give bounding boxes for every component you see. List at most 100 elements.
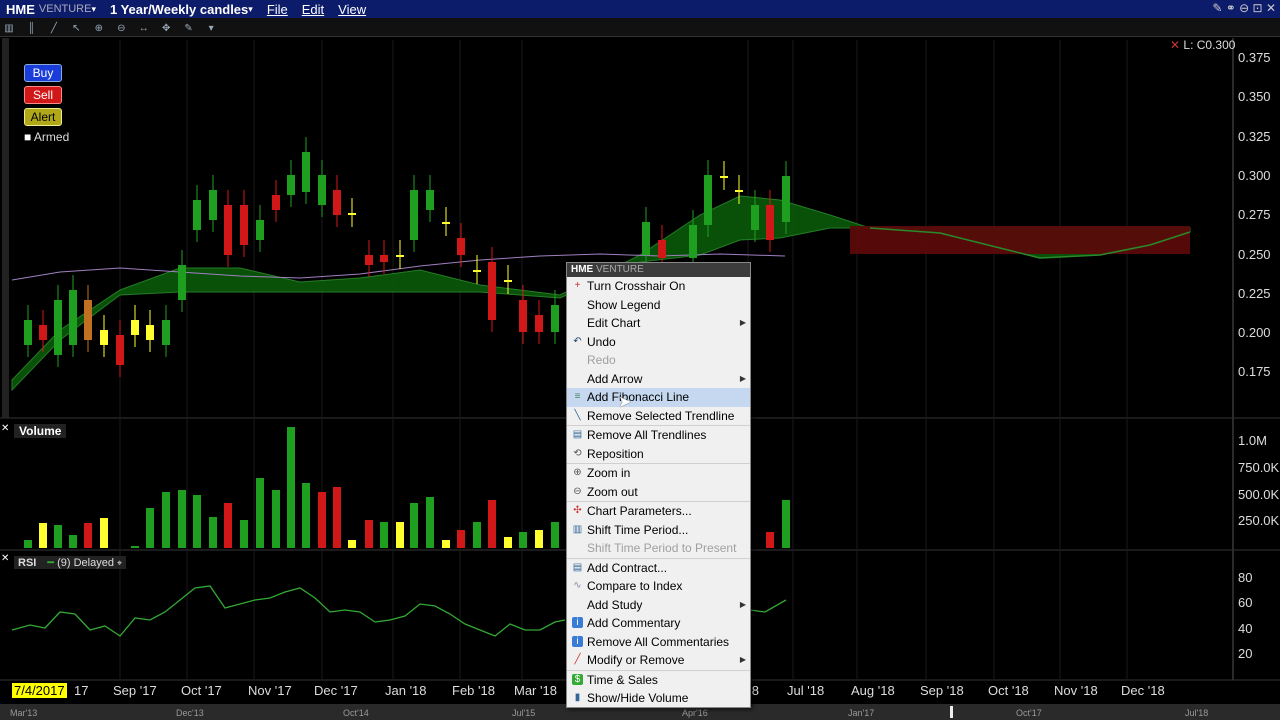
context-menu-item[interactable]: ≡ Add Fibonacci Line bbox=[567, 388, 750, 407]
current-date-box: 7/4/2017 bbox=[12, 683, 67, 698]
context-menu-item[interactable]: $ Time & Sales bbox=[567, 669, 750, 690]
context-menu-item[interactable]: ∿ Compare to Index bbox=[567, 577, 750, 596]
price-tick-label: 0.325 bbox=[1238, 128, 1271, 144]
line-type-icon[interactable]: ╱ bbox=[47, 23, 61, 35]
candle-body bbox=[457, 238, 465, 255]
time-tick-label: Mar '18 bbox=[514, 683, 557, 698]
volume-bar bbox=[84, 523, 92, 548]
volume-bar bbox=[272, 490, 280, 548]
context-menu-item-label: Remove All Trendlines bbox=[587, 428, 707, 442]
context-menu-header: HME VENTURE bbox=[567, 263, 750, 277]
volume-bar bbox=[551, 522, 559, 548]
context-menu-item-label: Zoom out bbox=[587, 484, 638, 499]
candle-body bbox=[178, 265, 186, 300]
context-menu-item[interactable]: ▤ Add Contract... bbox=[567, 557, 750, 578]
title-bar: HME VENTURE ▾ 1 Year/Weekly candles ▾ File… bbox=[0, 0, 1280, 18]
volume-bar bbox=[442, 540, 450, 548]
volume-tick-label: 1.0M bbox=[1238, 433, 1267, 448]
time-tick-label: Dec '17 bbox=[314, 683, 358, 698]
context-menu-item[interactable]: ▮ Show/Hide Volume bbox=[567, 689, 750, 708]
context-menu-item[interactable]: Edit Chart ▶ bbox=[567, 314, 750, 333]
period-dropdown[interactable]: 1 Year/Weekly candles bbox=[110, 2, 248, 17]
trendlines-icon: ▤ bbox=[572, 429, 583, 440]
scroll-icon[interactable]: ↔ bbox=[137, 23, 151, 35]
price-tick-label: 0.375 bbox=[1238, 50, 1271, 65]
context-menu-item[interactable]: ▥ Shift Time Period... bbox=[567, 521, 750, 540]
trendline-icon: ╲ bbox=[574, 409, 581, 421]
cursor-icon[interactable]: ↖ bbox=[69, 23, 83, 35]
exchange-label[interactable]: VENTURE bbox=[39, 3, 92, 15]
candle-body bbox=[410, 190, 418, 240]
candle-body bbox=[551, 305, 559, 332]
time-tick-label: Sep '18 bbox=[920, 683, 964, 698]
time-tick-label: Oct '18 bbox=[988, 683, 1029, 698]
rsi-settings-icon[interactable]: ⌖ bbox=[117, 558, 122, 568]
zoom-in-icon[interactable]: ⊕ bbox=[92, 23, 106, 35]
context-menu-item-label: Add Study bbox=[587, 597, 643, 612]
compare-icon: ∿ bbox=[573, 580, 582, 591]
price-tick-label: 0.175 bbox=[1238, 364, 1271, 380]
zoom-out-icon: ⊖ bbox=[573, 485, 582, 497]
volume-bar bbox=[131, 546, 139, 548]
volume-bar bbox=[380, 522, 388, 548]
context-menu-item[interactable]: ╱ Modify or Remove ▶ bbox=[567, 651, 750, 670]
volume-bar bbox=[224, 503, 232, 548]
context-menu-item[interactable]: ⊕ Zoom in bbox=[567, 463, 750, 483]
context-menu-item-label: Shift Time Period... bbox=[587, 522, 689, 537]
price-tick-label: 0.300 bbox=[1238, 167, 1271, 183]
volume-bar bbox=[535, 530, 543, 548]
context-menu-item-label: Turn Crosshair On bbox=[587, 279, 686, 293]
context-menu-item-label: Add Commentary bbox=[587, 616, 681, 630]
pan-icon[interactable]: ✥ bbox=[159, 23, 173, 35]
context-menu-item[interactable]: Show Legend bbox=[567, 296, 750, 315]
rsi-tick-label: 80 bbox=[1238, 570, 1253, 585]
volume-bar bbox=[519, 532, 527, 548]
window-controls[interactable]: ✎ ⚭ ⊖ ⊡ ✕ bbox=[1212, 1, 1276, 15]
armed-toggle[interactable]: ■ Armed bbox=[24, 130, 69, 144]
volume-bar bbox=[178, 490, 186, 548]
volume-panel-title: Volume bbox=[14, 424, 67, 438]
candle-body bbox=[751, 205, 759, 230]
menu-file[interactable]: File bbox=[267, 2, 288, 17]
close-rsi-icon[interactable]: ✕ bbox=[1, 553, 9, 564]
sell-button[interactable]: Sell bbox=[24, 86, 62, 104]
parameters-icon: ✣ bbox=[573, 505, 582, 516]
candle-body bbox=[209, 190, 217, 220]
volume-bar bbox=[287, 427, 295, 548]
buy-button[interactable]: Buy bbox=[24, 64, 62, 82]
context-menu-item[interactable]: + Turn Crosshair On bbox=[567, 277, 750, 296]
candle-type-icon[interactable]: ║ bbox=[24, 23, 38, 35]
zoom-out-icon[interactable]: ⊖ bbox=[114, 23, 128, 35]
volume-bar bbox=[318, 492, 326, 548]
draw-icon[interactable]: ✎ bbox=[182, 23, 196, 35]
context-menu-item[interactable]: ⊖ Zoom out bbox=[567, 483, 750, 502]
menu-view[interactable]: View bbox=[338, 2, 366, 17]
context-menu-item[interactable]: i Add Commentary bbox=[567, 614, 750, 633]
rsi-panel-title: RSI ━ (9) Delayed ⌖ bbox=[14, 556, 127, 569]
context-menu-item[interactable]: Add Arrow ▶ bbox=[567, 370, 750, 389]
volume-bar bbox=[488, 500, 496, 548]
volume-bar bbox=[457, 530, 465, 548]
context-menu-item[interactable]: ⟲ Reposition bbox=[567, 445, 750, 464]
symbol-label[interactable]: HME bbox=[6, 2, 35, 17]
volume-tick-label: 250.0K bbox=[1238, 513, 1280, 529]
candle-body bbox=[39, 325, 47, 340]
bar-type-icon[interactable]: ▥ bbox=[2, 23, 16, 35]
context-menu-item-label: Shift Time Period to Present bbox=[587, 541, 737, 555]
context-menu-item[interactable]: ╲ Remove Selected Trendline bbox=[567, 407, 750, 426]
scroll-handle[interactable] bbox=[950, 706, 953, 718]
close-volume-icon[interactable]: ✕ bbox=[1, 423, 9, 434]
candle-body bbox=[689, 225, 697, 258]
more-icon[interactable]: ▾ bbox=[204, 23, 218, 35]
alert-button[interactable]: Alert bbox=[24, 108, 62, 126]
context-menu-item[interactable]: ✣ Chart Parameters... bbox=[567, 501, 750, 521]
context-menu-item[interactable]: ▤ Remove All Trendlines bbox=[567, 425, 750, 445]
candle-body bbox=[100, 330, 108, 345]
candle-body bbox=[272, 195, 280, 210]
volume-bar bbox=[426, 497, 434, 548]
candle-body bbox=[704, 175, 712, 225]
context-menu-item[interactable]: ↶ Undo bbox=[567, 333, 750, 352]
context-menu-item[interactable]: Add Study ▶ bbox=[567, 596, 750, 615]
context-menu-item[interactable]: i Remove All Commentaries bbox=[567, 633, 750, 652]
menu-edit[interactable]: Edit bbox=[302, 2, 324, 17]
